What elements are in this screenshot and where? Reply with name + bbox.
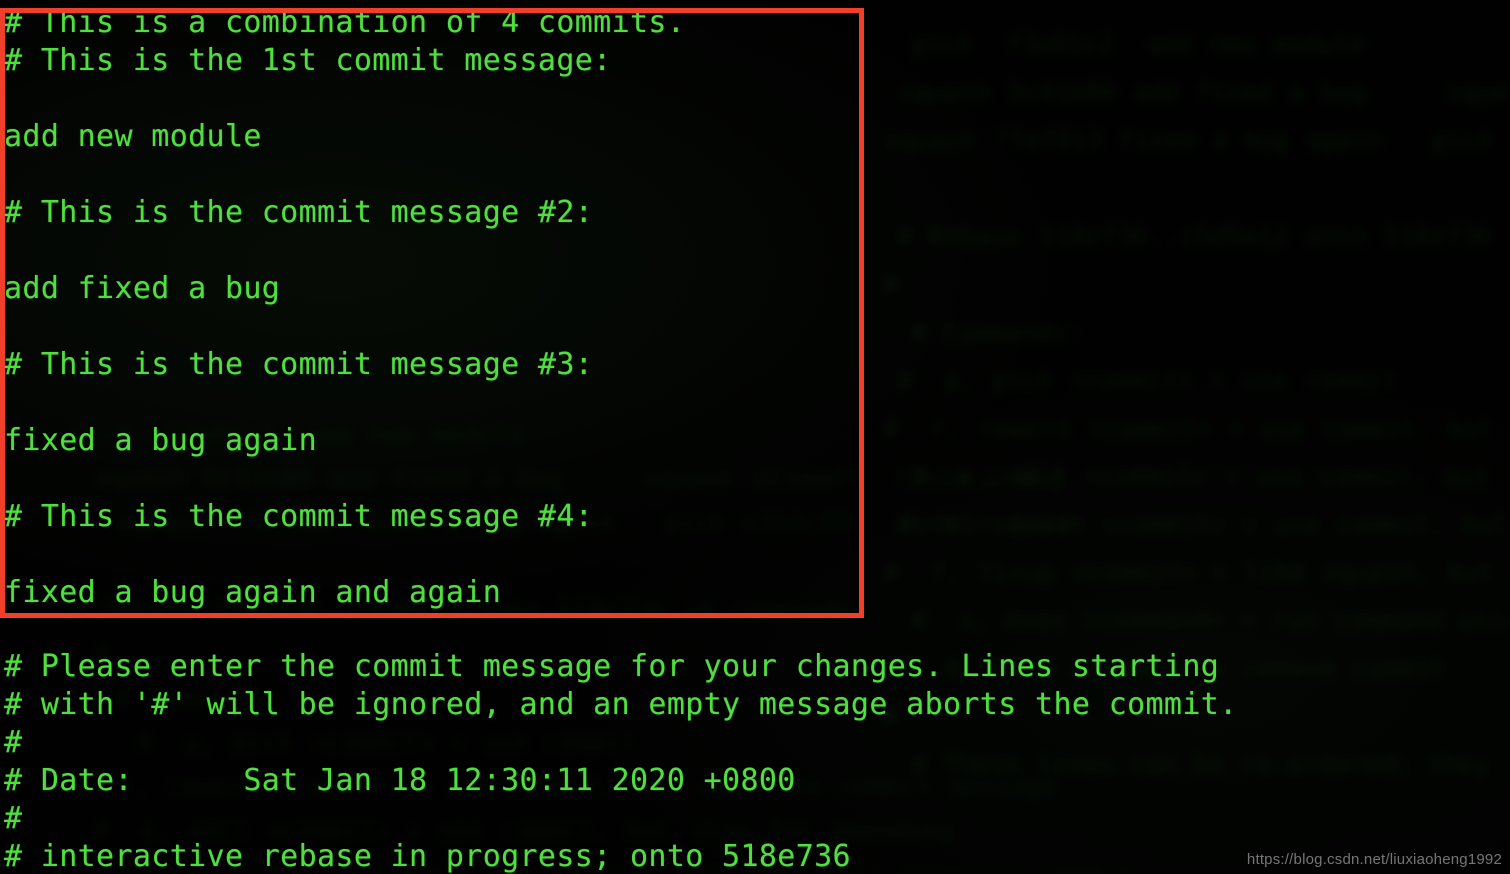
terminal-window: pick f3a91c2 add new module pick f3a91c2… xyxy=(0,0,1510,874)
squash-comment-line[interactable]: # This is the 1st commit message: xyxy=(4,44,612,78)
commit-message-line[interactable]: fixed a bug again xyxy=(4,424,317,458)
squash-comment-line[interactable]: # This is a combination of 4 commits. xyxy=(4,6,685,40)
footer-comment-line: # interactive rebase in progress; onto 5… xyxy=(4,839,851,874)
commit-message-line[interactable]: add fixed a bug xyxy=(4,272,280,306)
footer-comment-line: # with '#' will be ignored, and an empty… xyxy=(4,687,1238,722)
commit-message-line[interactable]: add new module xyxy=(4,120,262,154)
footer-comment-line: # xyxy=(4,725,23,760)
editor-text-layer[interactable]: # This is a combination of 4 commits. # T… xyxy=(0,0,1510,874)
footer-comment-line: # Date: Sat Jan 18 12:30:11 2020 +0800 xyxy=(4,763,796,798)
footer-comment-line: # xyxy=(4,801,23,836)
watermark-url: https://blog.csdn.net/liuxiaoheng1992 xyxy=(1246,851,1502,868)
footer-comment-line: # Please enter the commit message for yo… xyxy=(4,649,1220,684)
squash-comment-line[interactable]: # This is the commit message #3: xyxy=(4,348,593,382)
squash-comment-line[interactable]: # This is the commit message #2: xyxy=(4,196,593,230)
squash-comment-line[interactable]: # This is the commit message #4: xyxy=(4,500,593,534)
commit-message-line[interactable]: fixed a bug again and again xyxy=(4,576,501,610)
